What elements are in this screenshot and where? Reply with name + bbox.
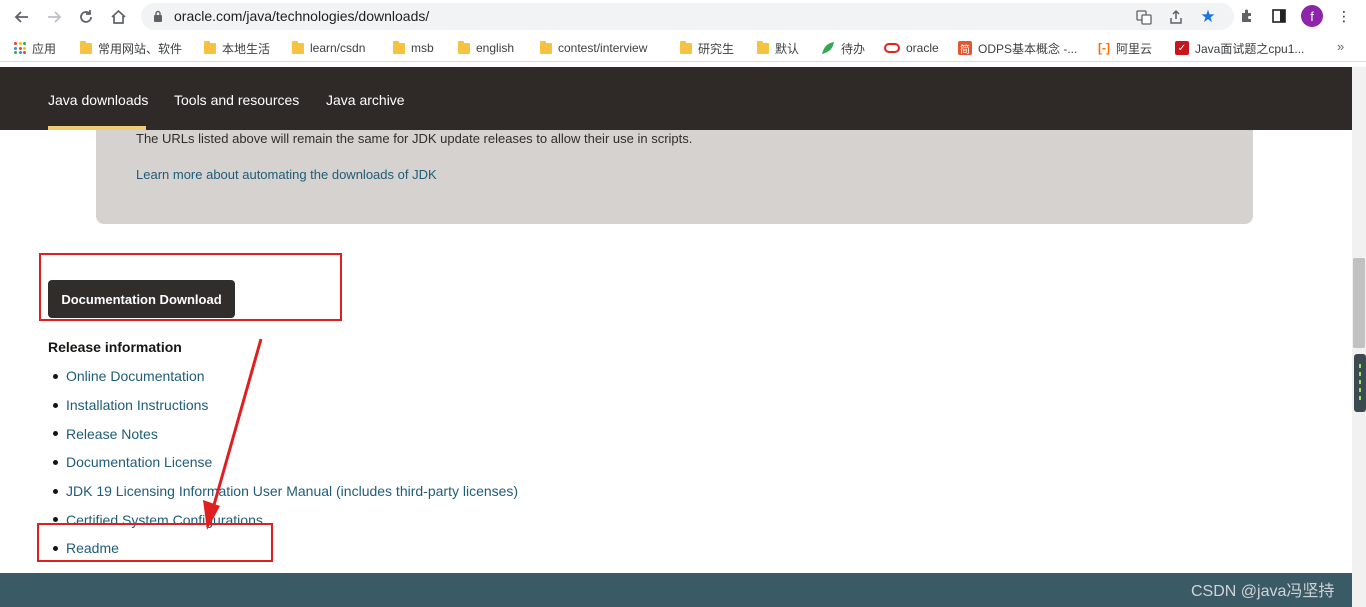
jian-logo-icon: 简 [958,41,972,56]
licensing-manual-link[interactable]: JDK 19 Licensing Information User Manual… [66,483,518,499]
bullet [53,374,58,379]
bullet [53,460,58,466]
folder-icon [757,40,769,54]
oracle-logo-icon [884,43,900,53]
online-documentation-link[interactable]: Online Documentation [66,368,205,384]
list-item: Online Documentation [48,362,648,391]
tab-java-archive[interactable]: Java archive [326,92,405,108]
bookmark-java-interview[interactable]: ✓ Java面试题之cpu1... [1175,40,1304,56]
list-item: JDK 19 Licensing Information User Manual… [48,477,648,506]
menu-kebab-icon[interactable]: ⋮ [1335,7,1353,25]
folder-icon [458,40,470,54]
bookmarks-overflow-chevron-icon[interactable]: » [1337,39,1344,54]
folder-icon [393,40,405,54]
extension-widget[interactable] [1354,354,1366,412]
bookmark-folder[interactable]: 研究生 [680,40,734,56]
bullet [53,517,58,523]
bookmark-folder[interactable]: 默认 [757,40,799,56]
folder-icon [80,40,92,54]
tab-java-downloads[interactable]: Java downloads [48,92,148,108]
extensions-puzzle-icon[interactable] [1238,7,1256,25]
tab-tools-and-resources[interactable]: Tools and resources [174,92,299,108]
bookmark-odps[interactable]: 简 ODPS基本概念 -... [958,40,1077,56]
folder-icon [204,40,216,54]
share-icon[interactable] [1167,8,1185,26]
oracle-subnav: Java downloads Tools and resources Java … [0,67,1352,130]
automation-learn-more-link[interactable]: Learn more about automating the download… [136,167,437,182]
apps-grid-icon [14,42,26,54]
aliyun-logo-icon: [-] [1098,41,1110,55]
bookmark-folder[interactable]: learn/csdn [292,40,365,56]
back-arrow-icon[interactable] [10,5,34,29]
bookmark-red-icon: ✓ [1175,41,1189,55]
lock-icon [154,10,162,22]
page-footer [0,573,1352,607]
release-information-heading: Release information [48,339,182,355]
bullet [53,488,58,494]
bookmark-aliyun[interactable]: [-] 阿里云 [1098,40,1152,56]
browser-toolbar: oracle.com/java/technologies/downloads/ … [0,0,1366,33]
documentation-license-link[interactable]: Documentation License [66,454,212,470]
side-panel-icon[interactable] [1270,7,1288,25]
folder-icon [540,40,552,54]
bookmarks-bar: 应用 常用网站、软件 本地生活 learn/csdn msb english c… [0,33,1366,62]
todo-leaf-icon [822,42,834,54]
browser-window: oracle.com/java/technologies/downloads/ … [0,0,1366,607]
list-item: Installation Instructions [48,391,648,420]
reload-icon[interactable] [74,5,98,29]
url-text: oracle.com/java/technologies/downloads/ [174,8,430,24]
translate-icon[interactable] [1135,8,1153,26]
bookmark-oracle[interactable]: oracle [884,40,939,56]
bookmark-folder[interactable]: contest/interview [540,40,647,56]
annotation-box-readme [37,523,273,562]
bookmark-folder[interactable]: english [458,40,514,56]
list-item: Release Notes [48,419,648,448]
forward-arrow-icon[interactable] [42,5,66,29]
watermark-text: CSDN @java冯坚持 [1191,583,1335,600]
bookmark-star-icon[interactable]: ★ [1199,7,1217,26]
script-urls-info-box: The URLs listed above will remain the sa… [96,130,1253,224]
bookmark-folder[interactable]: 本地生活 [204,40,270,56]
bookmark-folder[interactable]: 常用网站、软件 [80,40,182,56]
folder-icon [292,40,304,54]
annotation-box-doc-download [39,253,342,321]
bookmark-folder[interactable]: msb [393,40,434,56]
scrollbar-thumb[interactable] [1353,258,1365,348]
bullet [53,402,58,408]
home-icon[interactable] [106,5,130,29]
folder-icon [680,40,692,54]
list-item: Documentation License [48,448,648,477]
info-text: The URLs listed above will remain the sa… [136,131,693,146]
bookmark-todo[interactable]: 待办 [821,40,865,56]
bullet [53,431,58,437]
profile-avatar[interactable]: f [1301,5,1323,27]
release-notes-link[interactable]: Release Notes [66,426,158,442]
bookmark-apps[interactable]: 应用 [14,40,56,56]
installation-instructions-link[interactable]: Installation Instructions [66,397,208,413]
address-bar[interactable]: oracle.com/java/technologies/downloads/ … [141,3,1234,30]
